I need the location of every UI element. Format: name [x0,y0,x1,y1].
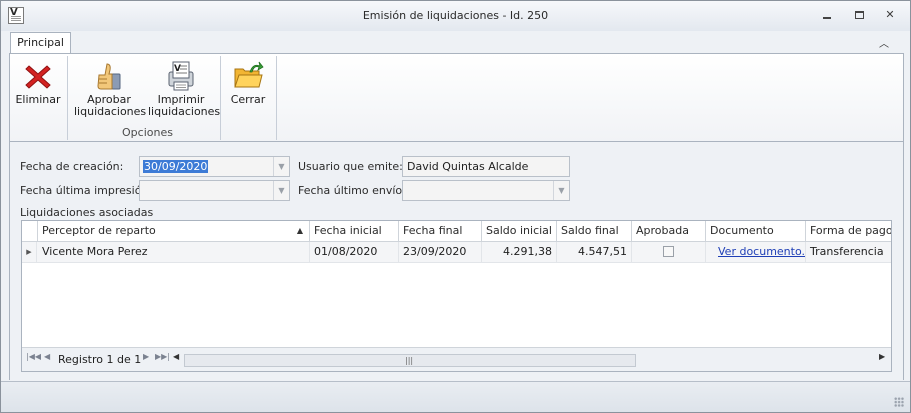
usuario-emite-field[interactable]: David Quintas Alcalde [402,156,570,177]
last-record-icon[interactable]: ▶▶| [155,352,170,361]
close-icon: ✕ [885,8,895,21]
maximize-icon [854,11,864,19]
previous-record-icon[interactable]: ◀ [44,352,50,361]
cell-perceptor[interactable]: Vicente Mora Perez [38,242,310,262]
fecha-creacion-field[interactable]: 30/09/2020 ▼ [139,156,290,177]
aprobar-label-line2: liquidaciones [74,105,147,118]
liquidaciones-asociadas-label: Liquidaciones asociadas [20,206,154,219]
fecha-envio-field[interactable]: ▼ [402,180,570,201]
ribbon-separator [220,56,221,140]
scroll-grip-icon: ||| [405,356,414,365]
chevron-up-icon: ︿ [879,39,889,50]
thumbs-up-icon [93,60,125,92]
liquidaciones-grid: Perceptor de reparto ▲ Fecha inicial Fec… [21,220,892,372]
cell-documento[interactable]: Ver documento... [706,242,806,262]
chevron-down-icon[interactable]: ▼ [273,181,289,200]
column-header-perceptor-label: Perceptor de reparto [42,224,156,237]
delete-x-icon [22,60,54,92]
fecha-envio-label: Fecha último envío: [298,184,406,197]
chevron-down-icon[interactable]: ▼ [273,157,289,176]
group-label-opciones: Opciones [122,126,173,139]
ribbon-collapse-button[interactable]: ︿ [877,35,891,50]
aprobada-checkbox[interactable] [663,246,674,257]
cell-saldo-inicial[interactable]: 4.291,38 [482,242,557,262]
usuario-emite-value: David Quintas Alcalde [407,160,529,173]
chevron-down-icon[interactable]: ▼ [553,181,569,200]
usuario-emite-label: Usuario que emite: [298,160,403,173]
folder-exit-icon [232,60,264,92]
eliminar-button[interactable]: Eliminar [14,56,62,126]
imprimir-liquidaciones-button[interactable]: V Imprimir liquidaciones [148,56,221,126]
registro-counter: Registro 1 de 1 [58,353,142,366]
column-header-saldo-final[interactable]: Saldo final [557,221,632,242]
cell-fecha-inicial[interactable]: 01/08/2020 [310,242,399,262]
ribbon-panel: Eliminar Aprobar liquidaciones V Imprimi… [9,53,904,142]
status-bar [1,381,910,412]
grid-header: Perceptor de reparto ▲ Fecha inicial Fec… [22,221,891,242]
scroll-left-icon[interactable]: ◀ [173,352,179,361]
column-header-saldo-inicial[interactable]: Saldo inicial [482,221,557,242]
sort-ascending-icon: ▲ [296,226,303,235]
scroll-right-icon[interactable]: ▶ [879,352,885,361]
column-header-fecha-inicial[interactable]: Fecha inicial [310,221,399,242]
grid-navigator: |◀◀ ◀ Registro 1 de 1 ▶ ▶▶| ◀ ||| ▶ [22,347,891,371]
minimize-icon [823,17,831,19]
first-record-icon[interactable]: |◀◀ [26,352,41,361]
window-title: Emisión de liquidaciones - Id. 250 [362,9,549,22]
column-header-forma-pago[interactable]: Forma de pago [806,221,891,242]
row-indicator-icon: ▶ [22,242,37,262]
minimize-button[interactable] [818,7,836,23]
cell-aprobada[interactable] [632,242,706,262]
aprobar-liquidaciones-button[interactable]: Aprobar liquidaciones [74,56,147,126]
cell-forma-pago[interactable]: Transferencia [806,242,891,262]
cerrar-button[interactable]: Cerrar [225,56,271,126]
fecha-impresion-field[interactable]: ▼ [139,180,290,201]
column-header-perceptor[interactable]: Perceptor de reparto ▲ [38,221,310,242]
imprimir-label-line2: liquidaciones [148,105,221,118]
title-bar: V Emisión de liquidaciones - Id. 250 ✕ [1,1,910,31]
horizontal-scrollbar[interactable]: ||| [184,354,636,367]
tab-principal[interactable]: Principal [10,32,71,54]
fecha-creacion-value: 30/09/2020 [143,160,209,173]
cell-saldo-final[interactable]: 4.547,51 [557,242,632,262]
ribbon-separator [276,56,277,140]
header-indicator-cell [22,221,38,242]
ribbon-tabstrip: Principal ︿ [1,31,910,54]
ver-documento-link[interactable]: Ver documento... [718,245,805,258]
eliminar-label: Eliminar [15,93,61,106]
column-header-aprobada[interactable]: Aprobada [632,221,706,242]
fecha-impresion-label: Fecha última impresión: [20,184,153,197]
fecha-creacion-label: Fecha de creación: [20,160,124,173]
cell-fecha-final[interactable]: 23/09/2020 [399,242,482,262]
next-record-icon[interactable]: ▶ [143,352,149,361]
column-header-fecha-final[interactable]: Fecha final [399,221,482,242]
resize-grip-icon[interactable] [894,397,904,407]
cerrar-label: Cerrar [230,93,266,106]
table-row[interactable]: ▶ Vicente Mora Perez 01/08/2020 23/09/20… [22,242,891,263]
column-header-documento[interactable]: Documento [706,221,806,242]
window: V Emisión de liquidaciones - Id. 250 ✕ P… [0,0,911,413]
print-document-icon: V [165,60,197,92]
close-button[interactable]: ✕ [881,7,899,23]
ribbon-separator [67,56,68,140]
maximize-button[interactable] [850,7,868,23]
